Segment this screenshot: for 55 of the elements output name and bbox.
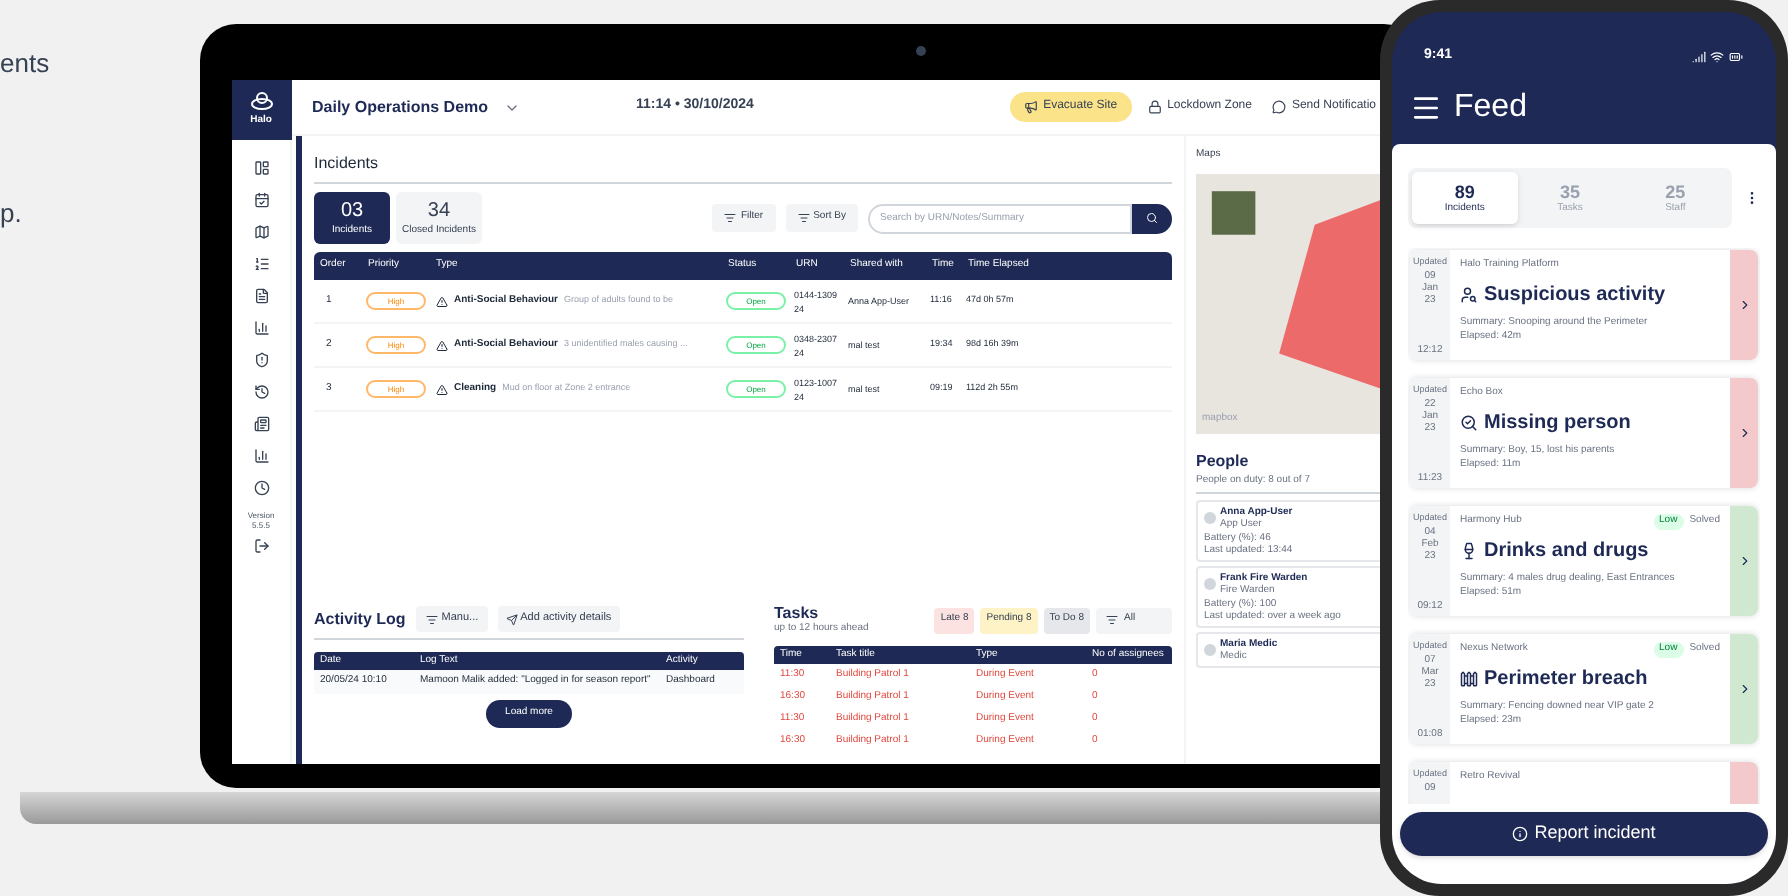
report-incident-button[interactable]: Report incident [1400, 812, 1768, 856]
satellite-thumbnail[interactable] [1211, 190, 1256, 234]
screen-title: Feed [1454, 88, 1527, 128]
section-title: Activity Log [314, 607, 406, 631]
warning-icon [436, 383, 448, 395]
section-title: People [1196, 449, 1251, 473]
background-text: ents [0, 46, 52, 82]
warning-icon [436, 339, 448, 351]
status-icons [1692, 49, 1744, 63]
sort-icon [797, 212, 810, 224]
dashboard-title[interactable]: Daily Operations Demo [312, 95, 489, 119]
paper-plane-icon [506, 613, 519, 625]
sidebar-nav-icon[interactable] [253, 160, 269, 176]
sidebar-nav-icon[interactable] [253, 416, 269, 432]
filter-icon [724, 212, 737, 224]
sidebar-nav-icon[interactable] [253, 224, 269, 240]
sidebar-nav-icon[interactable] [253, 384, 269, 400]
section-title: Incidents [314, 152, 1172, 184]
incident-icon [1460, 541, 1478, 559]
sidebar-nav-icon[interactable] [253, 352, 269, 368]
sidebar-nav-icon[interactable] [253, 480, 269, 496]
logo-icon [249, 90, 273, 115]
chevron-right-icon [1737, 554, 1751, 568]
filter-icon [425, 613, 438, 625]
menu-icon[interactable] [1410, 92, 1442, 124]
sidebar-nav-icon[interactable] [253, 320, 269, 336]
section-title: Tasks [774, 606, 821, 622]
background-text: p. [0, 195, 24, 232]
chevron-right-icon [1737, 682, 1751, 696]
incident-icon [1460, 413, 1478, 431]
sidebar-nav-icon[interactable] [253, 288, 269, 304]
info-icon [1512, 826, 1529, 842]
incident-title: Perimeter breach [1484, 665, 1648, 693]
incident-icon [1460, 669, 1478, 687]
avatar-icon [1204, 644, 1216, 656]
search-icon [1146, 212, 1158, 224]
incident-title: Drinks and drugs [1484, 537, 1649, 565]
avatar-icon [1204, 578, 1216, 590]
chevron-right-icon [1737, 426, 1751, 440]
search-button[interactable] [1132, 203, 1172, 233]
filter-icon [1106, 614, 1118, 626]
chat-icon [1271, 100, 1286, 114]
chevron-right-icon [1737, 298, 1751, 312]
megaphone-icon [1023, 100, 1038, 114]
incident-title: Suspicious activity [1484, 281, 1666, 309]
incident-icon [1460, 285, 1478, 303]
sidebar-nav-icon[interactable] [253, 448, 269, 464]
sidebar-nav-icon[interactable] [253, 256, 269, 272]
incident-title: Missing person [1484, 409, 1631, 437]
warning-icon [436, 295, 448, 307]
logout-icon[interactable] [253, 538, 269, 554]
lock-icon [1147, 100, 1162, 114]
camera-icon [916, 46, 926, 56]
avatar-icon [1204, 512, 1216, 524]
sidebar-nav-icon[interactable] [253, 192, 269, 208]
